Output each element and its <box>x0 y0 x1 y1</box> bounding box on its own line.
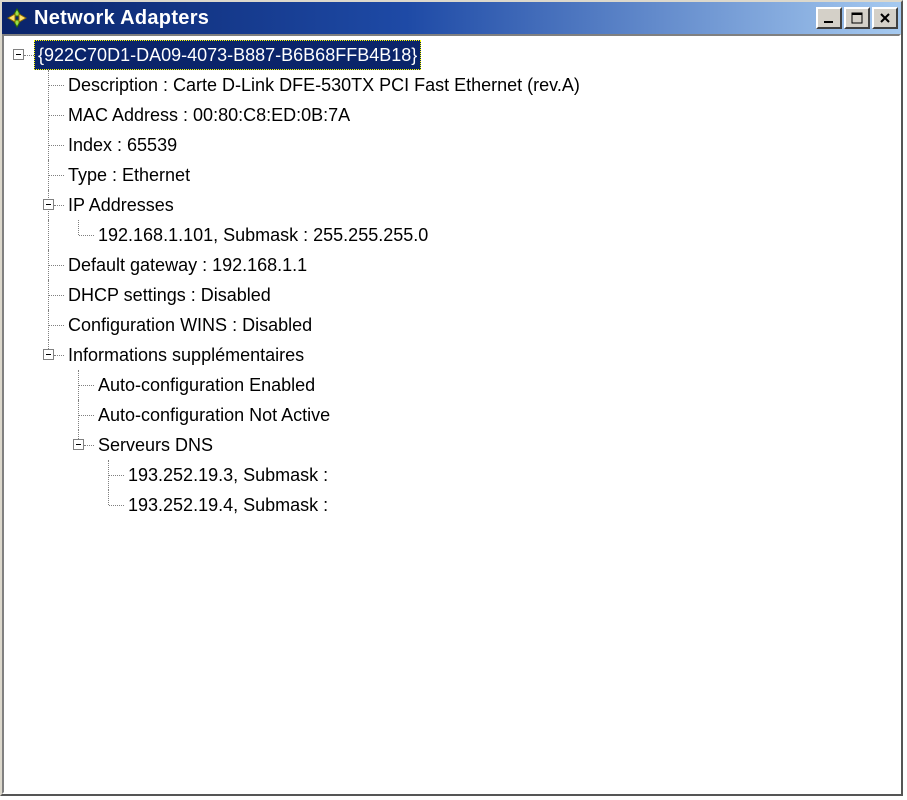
tree-label[interactable]: DHCP settings : Disabled <box>64 280 275 310</box>
client-area: {922C70D1-DA09-4073-B887-B6B68FFB4B18} D… <box>2 34 901 794</box>
tree-label[interactable]: 193.252.19.4, Submask : <box>124 490 332 520</box>
expand-toggle[interactable] <box>43 349 54 360</box>
expand-toggle[interactable] <box>13 49 24 60</box>
tree-label[interactable]: MAC Address : 00:80:C8:ED:0B:7A <box>64 100 354 130</box>
expand-toggle[interactable] <box>73 439 84 450</box>
minimize-button[interactable] <box>816 7 842 29</box>
tree-label[interactable]: Description : Carte D-Link DFE-530TX PCI… <box>64 70 584 100</box>
tree-label[interactable]: Informations supplémentaires <box>64 340 308 370</box>
tree-label[interactable]: 192.168.1.101, Submask : 255.255.255.0 <box>94 220 432 250</box>
tree-node-extra-info[interactable]: Informations supplémentaires <box>4 340 899 370</box>
window-title: Network Adapters <box>34 7 816 30</box>
tree-node-autoconf-enabled[interactable]: Auto-configuration Enabled <box>4 370 899 400</box>
tree-label[interactable]: Configuration WINS : Disabled <box>64 310 316 340</box>
tree-label[interactable]: Auto-configuration Not Active <box>94 400 334 430</box>
window-controls <box>816 7 898 29</box>
tree-node-index[interactable]: Index : 65539 <box>4 130 899 160</box>
maximize-button[interactable] <box>844 7 870 29</box>
tree-label[interactable]: 193.252.19.3, Submask : <box>124 460 332 490</box>
maximize-icon <box>850 12 864 24</box>
expand-toggle[interactable] <box>43 199 54 210</box>
tree-label[interactable]: Type : Ethernet <box>64 160 194 190</box>
minimize-icon <box>822 12 836 24</box>
tree-node-ip-addresses[interactable]: IP Addresses <box>4 190 899 220</box>
tree-node-gateway[interactable]: Default gateway : 192.168.1.1 <box>4 250 899 280</box>
tree-node-root[interactable]: {922C70D1-DA09-4073-B887-B6B68FFB4B18} <box>4 40 899 70</box>
tree-node-dns-entry[interactable]: 193.252.19.4, Submask : <box>4 490 899 520</box>
tree-label[interactable]: IP Addresses <box>64 190 178 220</box>
app-icon <box>6 7 28 29</box>
close-icon <box>878 12 892 24</box>
tree-node-dns-entry[interactable]: 193.252.19.3, Submask : <box>4 460 899 490</box>
tree-node-dhcp[interactable]: DHCP settings : Disabled <box>4 280 899 310</box>
tree-view[interactable]: {922C70D1-DA09-4073-B887-B6B68FFB4B18} D… <box>4 40 899 520</box>
tree-label[interactable]: Index : 65539 <box>64 130 181 160</box>
tree-label[interactable]: Serveurs DNS <box>94 430 217 460</box>
tree-node-mac[interactable]: MAC Address : 00:80:C8:ED:0B:7A <box>4 100 899 130</box>
tree-node-type[interactable]: Type : Ethernet <box>4 160 899 190</box>
tree-label-root[interactable]: {922C70D1-DA09-4073-B887-B6B68FFB4B18} <box>34 40 421 70</box>
titlebar[interactable]: Network Adapters <box>2 2 901 34</box>
tree-label[interactable]: Default gateway : 192.168.1.1 <box>64 250 311 280</box>
tree-label[interactable]: Auto-configuration Enabled <box>94 370 319 400</box>
tree-node-dns[interactable]: Serveurs DNS <box>4 430 899 460</box>
tree-node-description[interactable]: Description : Carte D-Link DFE-530TX PCI… <box>4 70 899 100</box>
close-button[interactable] <box>872 7 898 29</box>
tree-node-ip-entry[interactable]: 192.168.1.101, Submask : 255.255.255.0 <box>4 220 899 250</box>
tree-node-autoconf-notactive[interactable]: Auto-configuration Not Active <box>4 400 899 430</box>
tree-node-wins[interactable]: Configuration WINS : Disabled <box>4 310 899 340</box>
app-window: Network Adapters <box>0 0 903 796</box>
